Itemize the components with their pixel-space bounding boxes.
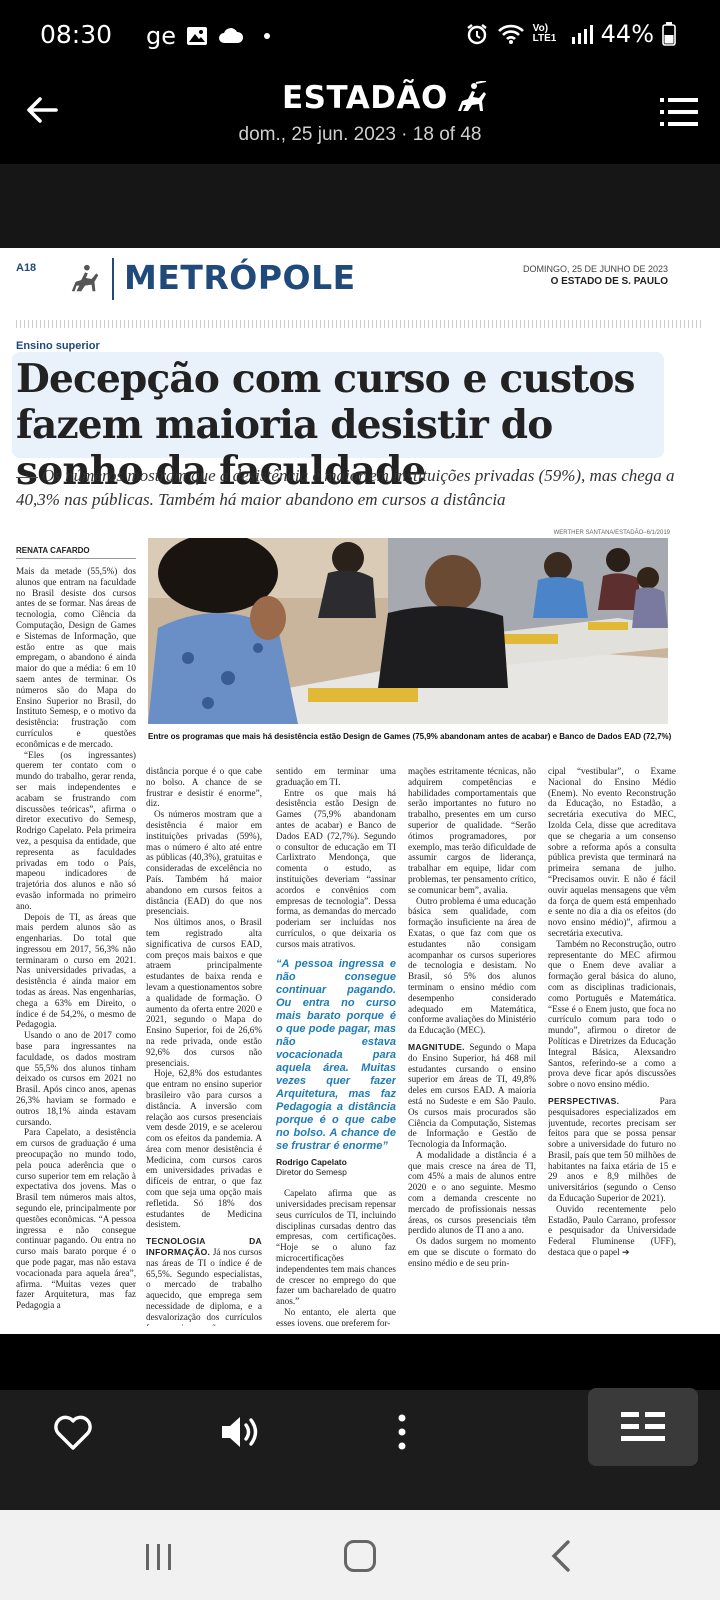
page-date: DOMINGO, 25 DE JUNHO DE 2023 — [522, 264, 668, 274]
pull-quote: “A pessoa ingressa e não consegue contin… — [276, 957, 396, 1152]
article-deck: Os números mostram que a desistência é m… — [16, 464, 696, 512]
subhead-paragraph: PERSPECTIVAS. Para pesquisadores especia… — [548, 1096, 676, 1204]
paragraph: cipal “vestibular”, o Exame Nacional do … — [548, 766, 676, 938]
pull-quote-name: Rodrigo Capelato — [276, 1156, 347, 1167]
subhead-magnitude: MAGNITUDE. — [408, 1041, 465, 1052]
paragraph: Capelato afirma que as universidades pre… — [276, 1188, 396, 1307]
horse-rider-logo-icon — [457, 81, 487, 111]
article-column-3: sentido em terminar uma graduação em TI.… — [276, 766, 396, 1326]
horse-rider-logo-icon — [71, 264, 99, 292]
paragraph: Usando o ano de 2017 como base para ingr… — [16, 1030, 136, 1127]
article-photo — [148, 538, 668, 724]
article-column-5: cipal “vestibular”, o Exame Nacional do … — [548, 766, 676, 1326]
paragraph: “Eles (os ingressantes) querem ter conta… — [16, 749, 136, 911]
status-left-icons: ge — [146, 22, 270, 50]
article-kicker: Ensino superior — [16, 340, 100, 352]
battery-icon — [662, 22, 676, 46]
article-column-4: mações estritamente técnicas, não adquir… — [408, 766, 536, 1326]
carrier-text: ge — [146, 22, 176, 50]
deck-text: Os números mostram que a desistência é m… — [16, 466, 675, 509]
brand-logo: ESTADÃO — [282, 80, 490, 116]
status-right-icons: Vo) LTE1 44% — [465, 20, 676, 48]
byline: RENATA CAFARDO — [16, 546, 90, 555]
app-header: ESTADÃO dom., 25 jun. 2023 · 18 of 48 — [0, 72, 720, 164]
wifi-icon — [497, 24, 524, 44]
byline-rule — [16, 558, 136, 559]
subhead-paragraph: MAGNITUDE. Segundo o Mapa do Ensino Supe… — [408, 1042, 536, 1150]
paragraph: distância porque é o que cabe no bolso. … — [146, 766, 262, 809]
page-number: A18 — [16, 262, 37, 274]
paragraph: mações estritamente técnicas, não adquir… — [408, 766, 536, 895]
paragraph: sentido em terminar uma graduação em TI. — [276, 766, 396, 787]
paragraph: Os números mostram que a desistência é m… — [146, 809, 262, 917]
subhead-text: Para pesquisadores especializados em juv… — [548, 1095, 676, 1204]
paragraph: Hoje, 62,8% dos estudantes que entram no… — [146, 1068, 262, 1230]
paragraph: Ouvido recentemente pelo Estadão, Paulo … — [548, 1203, 676, 1258]
newspaper-page[interactable]: A18 METRÓPOLE DOMINGO, 25 DE JUNHO DE 20… — [0, 248, 720, 1334]
paragraph: Nos últimos anos, o Brasil tem registrad… — [146, 917, 262, 1068]
network-label: Vo) LTE1 — [532, 23, 557, 44]
section-title: METRÓPOLE — [124, 258, 356, 297]
cloud-icon — [219, 28, 244, 43]
speaker-icon[interactable] — [218, 1412, 262, 1452]
status-time: 08:30 — [40, 20, 113, 49]
system-navigation-bar — [0, 1510, 720, 1600]
more-vertical-icon[interactable] — [396, 1412, 408, 1452]
paper-name: O ESTADO DE S. PAULO — [550, 276, 668, 287]
paragraph: A modalidade a distância é a que mais cr… — [408, 1149, 536, 1236]
masthead-divider — [112, 258, 114, 300]
page-view-button[interactable] — [588, 1388, 698, 1466]
paragraph: No entanto, ele alerta que esses jovens,… — [276, 1306, 396, 1326]
signal-icon — [571, 25, 593, 44]
page-view-icon — [621, 1412, 665, 1441]
paragraph: Para Capelato, a desistência em cursos d… — [16, 1127, 136, 1311]
paragraph: Depois de TI, as áreas que mais perdem a… — [16, 911, 136, 1030]
paragraph: Mais da metade (55,5%) dos alunos que en… — [16, 566, 136, 749]
photo-credit: WERTHER SANTANA/ESTADÃO–6/1/2019 — [553, 530, 670, 536]
issue-subtitle: dom., 25 jun. 2023 · 18 of 48 — [238, 124, 482, 145]
page-gutter-top — [0, 164, 720, 248]
battery-percent: 44% — [600, 20, 654, 48]
subhead-text: Já nos cursos nas áreas de TI o índice é… — [146, 1247, 262, 1326]
alarm-icon — [466, 24, 487, 45]
status-bar: 08:30 ge Vo) LTE1 44% — [0, 0, 720, 72]
menu-icon[interactable] — [660, 98, 698, 126]
paragraph: Os dados surgem no momento em que se dis… — [408, 1236, 536, 1268]
brand-name: ESTADÃO — [282, 80, 448, 116]
deck-rule — [16, 476, 38, 478]
home-icon[interactable] — [344, 1540, 376, 1572]
subhead-perspectivas: PERSPECTIVAS. — [548, 1095, 620, 1106]
masthead-rule — [16, 320, 704, 328]
nav-back-icon[interactable] — [550, 1540, 572, 1572]
article-column-2: distância porque é o que cabe no bolso. … — [146, 766, 262, 1326]
bottom-action-bar — [0, 1388, 720, 1510]
subhead-paragraph: TECNOLOGIA DA INFORMAÇÃO. Já nos cursos … — [146, 1236, 262, 1326]
paragraph: Também no Reconstrução, outro representa… — [548, 938, 676, 1090]
article-column-1: Mais da metade (55,5%) dos alunos que en… — [16, 566, 136, 1326]
subhead-text: Segundo o Mapa do Ensino Superior, há 46… — [408, 1041, 536, 1150]
gallery-icon — [187, 27, 207, 45]
paragraph: Outro problema é uma educação básica sem… — [408, 895, 536, 1036]
heart-icon[interactable] — [52, 1412, 94, 1452]
photo-caption: Entre os programas que mais há desistênc… — [148, 732, 672, 741]
recent-apps-icon[interactable] — [144, 1542, 174, 1572]
dot-icon — [264, 33, 270, 39]
paragraph: Entre os que mais há desistência estão D… — [276, 787, 396, 949]
pull-quote-role: Diretor do Semesp — [276, 1167, 347, 1178]
